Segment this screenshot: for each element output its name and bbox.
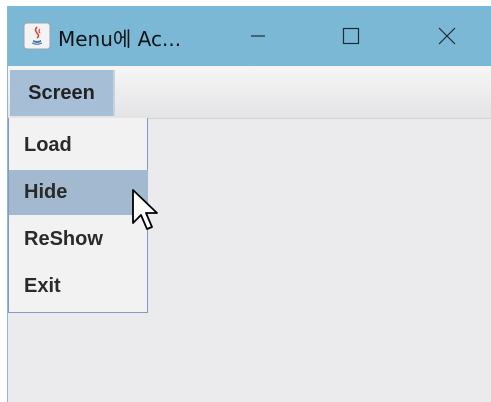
menu-item-reshow[interactable]: ReShow: [9, 217, 148, 262]
screen-dropdown-menu: Load Hide ReShow Exit: [8, 118, 148, 313]
mouse-cursor-icon: [132, 189, 158, 230]
menu-item-exit[interactable]: Exit: [9, 264, 148, 309]
menu-item-hide[interactable]: Hide: [9, 170, 148, 215]
minimize-button[interactable]: [223, 6, 293, 66]
maximize-icon: [342, 27, 360, 45]
window-title: Menu에 Ac...: [58, 27, 182, 51]
menu-screen[interactable]: Screen: [10, 70, 115, 116]
close-icon: [438, 27, 456, 45]
application-window: Menu에 Ac... Screen Load Hide ReShow Exit: [7, 6, 491, 402]
minimize-icon: [251, 35, 265, 37]
menu-item-load[interactable]: Load: [9, 123, 148, 168]
title-bar[interactable]: Menu에 Ac...: [8, 6, 491, 66]
menu-bar: Screen: [8, 66, 491, 119]
java-icon: [23, 22, 51, 50]
maximize-button[interactable]: [316, 6, 386, 66]
close-button[interactable]: [412, 6, 482, 66]
